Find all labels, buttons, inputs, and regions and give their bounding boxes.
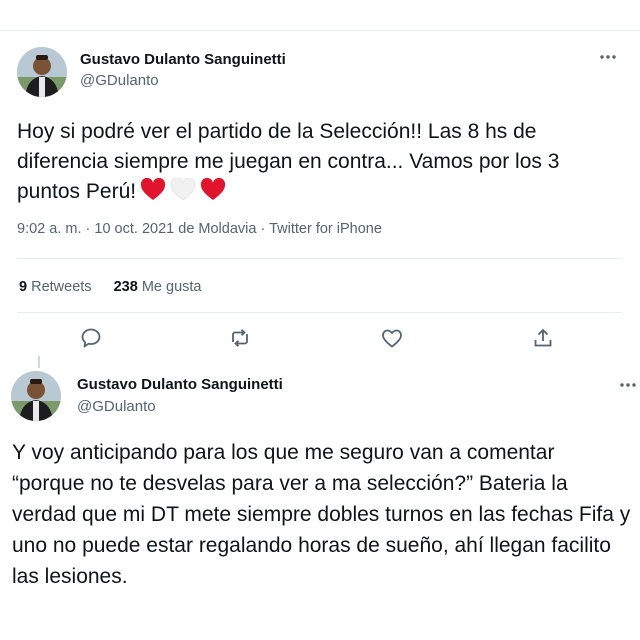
white-heart-icon (170, 178, 196, 202)
tweet-text: Hoy si podré ver el partido de la Selecc… (17, 117, 617, 207)
tweet-stats: 9 Retweets 238 Me gusta (19, 279, 219, 295)
divider (17, 258, 622, 259)
divider (17, 312, 622, 313)
author-name[interactable]: Gustavo Dulanto Sanguinetti (77, 376, 283, 393)
author-handle[interactable]: @GDulanto (77, 398, 156, 415)
heart-emojis (140, 178, 226, 202)
author-name[interactable]: Gustavo Dulanto Sanguinetti (80, 51, 286, 68)
more-options-icon[interactable] (618, 375, 638, 400)
tweet-time[interactable]: 9:02 a. m. (17, 221, 81, 237)
like-icon[interactable] (380, 326, 408, 354)
tweet-source[interactable]: Twitter for iPhone (269, 221, 382, 237)
likes-count: 238 (113, 279, 138, 295)
retweets-count: 9 (19, 279, 28, 295)
avatar[interactable] (11, 371, 61, 421)
tweet-meta: 9:02 a. m. · 10 oct. 2021 de Moldavia · … (17, 221, 382, 237)
likes-stat[interactable]: 238 Me gusta (114, 279, 202, 295)
more-options-icon[interactable] (598, 47, 618, 72)
reply-icon[interactable] (79, 326, 107, 354)
share-icon[interactable] (531, 326, 559, 354)
retweet-icon[interactable] (228, 326, 256, 354)
retweets-label: Retweets (31, 279, 92, 295)
red-heart-icon (140, 178, 166, 202)
action-bar (0, 326, 640, 356)
red-heart-icon (200, 178, 226, 202)
tweet-date[interactable]: 10 oct. 2021 (94, 221, 174, 237)
tweet-location[interactable]: de Moldavia (178, 221, 256, 237)
tweet-body: Hoy si podré ver el partido de la Selecc… (17, 120, 560, 203)
retweets-stat[interactable]: 9 Retweets (19, 279, 92, 295)
tweet-1: Gustavo Dulanto Sanguinetti @GDulanto Ho… (0, 0, 640, 355)
likes-label: Me gusta (141, 279, 202, 295)
tweet-text: Y voy anticipando para los que me seguro… (12, 441, 631, 588)
meta-separator: · (85, 221, 91, 237)
author-handle[interactable]: @GDulanto (80, 72, 159, 89)
avatar[interactable] (17, 47, 67, 97)
meta-separator: · (260, 221, 266, 237)
